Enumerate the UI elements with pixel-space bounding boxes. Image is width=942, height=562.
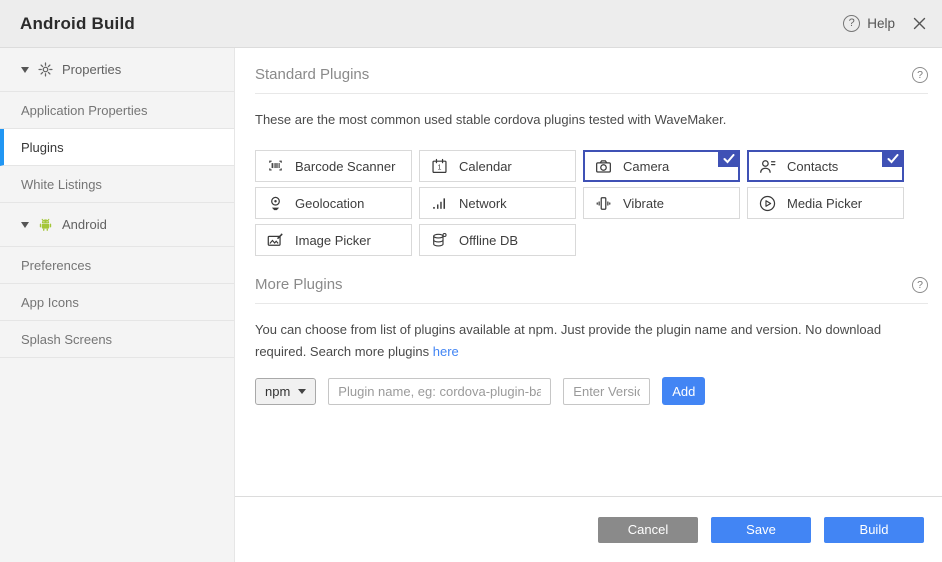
standard-plugins-description: These are the most common used stable co… [255, 109, 915, 131]
offline-db-icon [429, 231, 449, 250]
plugin-label: Vibrate [623, 196, 664, 211]
help-label: Help [867, 16, 895, 31]
plugin-label: Calendar [459, 159, 512, 174]
cancel-button[interactable]: Cancel [598, 517, 698, 543]
section-help-icon[interactable]: ? [912, 67, 928, 83]
sidebar-item-preferences[interactable]: Preferences [0, 247, 234, 284]
dialog-header: Android Build ? Help [0, 0, 942, 48]
plugin-card-media-picker[interactable]: Media Picker [747, 187, 904, 219]
sidebar-item-app-icons[interactable]: App Icons [0, 284, 234, 321]
camera-icon [593, 157, 613, 176]
network-icon [429, 194, 449, 213]
build-button[interactable]: Build [824, 517, 924, 543]
sidebar-group-android[interactable]: Android [0, 203, 234, 247]
plugins-grid: Barcode Scanner 1 Calendar [255, 150, 928, 256]
dialog-title: Android Build [20, 14, 135, 34]
more-plugins-header: More Plugins ? [255, 256, 928, 304]
standard-plugins-header: Standard Plugins ? [255, 48, 928, 94]
registry-selected-value: npm [265, 384, 290, 399]
plugin-label: Network [459, 196, 507, 211]
section-help-icon[interactable]: ? [912, 277, 928, 293]
plugin-label: Offline DB [459, 233, 518, 248]
version-input[interactable] [563, 378, 650, 405]
plugin-card-network[interactable]: Network [419, 187, 576, 219]
android-icon [38, 217, 53, 232]
help-circle-icon: ? [843, 15, 860, 32]
description-text: You can choose from list of plugins avai… [255, 322, 881, 359]
selected-check-icon [882, 150, 904, 167]
chevron-down-icon [21, 222, 29, 228]
selected-check-icon [718, 150, 740, 167]
plugin-label: Geolocation [295, 196, 364, 211]
plugin-card-offline-db[interactable]: Offline DB [419, 224, 576, 256]
plugin-label: Camera [623, 159, 669, 174]
sidebar-item-splash-screens[interactable]: Splash Screens [0, 321, 234, 358]
plugin-card-camera[interactable]: Camera [583, 150, 740, 182]
close-icon[interactable] [913, 17, 926, 30]
plugin-label: Media Picker [787, 196, 862, 211]
gear-icon [38, 62, 53, 77]
contacts-icon [757, 157, 777, 176]
geolocation-icon [265, 194, 285, 213]
help-button[interactable]: ? Help [843, 15, 895, 32]
calendar-icon: 1 [429, 157, 449, 176]
section-title: Standard Plugins [255, 66, 369, 83]
more-plugins-description: You can choose from list of plugins avai… [255, 319, 915, 363]
dialog-footer: Cancel Save Build [235, 496, 942, 562]
registry-select[interactable]: npm [255, 378, 316, 405]
image-picker-icon [265, 231, 285, 250]
section-title: More Plugins [255, 276, 343, 293]
sidebar-group-properties[interactable]: Properties [0, 48, 234, 92]
svg-text:1: 1 [437, 163, 441, 171]
plugin-card-image-picker[interactable]: Image Picker [255, 224, 412, 256]
sidebar: Properties Application Properties Plugin… [0, 48, 235, 562]
vibrate-icon [593, 194, 613, 213]
plugin-card-calendar[interactable]: 1 Calendar [419, 150, 576, 182]
sidebar-item-application-properties[interactable]: Application Properties [0, 92, 234, 129]
chevron-down-icon [298, 389, 306, 394]
add-button[interactable]: Add [662, 377, 705, 405]
plugin-label: Contacts [787, 159, 838, 174]
sidebar-item-white-listings[interactable]: White Listings [0, 166, 234, 203]
plugin-card-contacts[interactable]: Contacts [747, 150, 904, 182]
sidebar-group-label: Android [62, 217, 107, 232]
media-picker-icon [757, 194, 777, 213]
plugin-name-input[interactable] [328, 378, 551, 405]
sidebar-item-plugins[interactable]: Plugins [0, 129, 234, 166]
plugins-panel: Standard Plugins ? These are the most co… [235, 48, 942, 496]
add-plugin-form: npm Add [255, 377, 928, 405]
plugin-label: Barcode Scanner [295, 159, 395, 174]
android-build-dialog: Android Build ? Help Propertie [0, 0, 942, 562]
plugin-card-vibrate[interactable]: Vibrate [583, 187, 740, 219]
search-plugins-link[interactable]: here [433, 344, 459, 359]
barcode-scanner-icon [265, 157, 285, 176]
plugin-card-barcode-scanner[interactable]: Barcode Scanner [255, 150, 412, 182]
save-button[interactable]: Save [711, 517, 811, 543]
chevron-down-icon [21, 67, 29, 73]
plugin-card-geolocation[interactable]: Geolocation [255, 187, 412, 219]
plugin-label: Image Picker [295, 233, 371, 248]
sidebar-group-label: Properties [62, 62, 121, 77]
